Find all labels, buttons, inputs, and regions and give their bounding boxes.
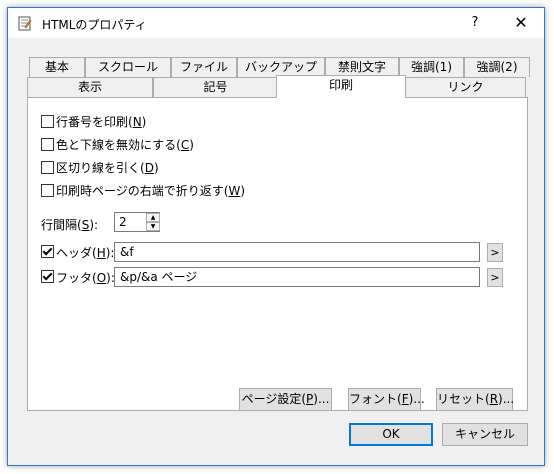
tab-kinsoku[interactable]: 禁則文字 bbox=[325, 57, 399, 77]
print-line-numbers-checkbox[interactable] bbox=[41, 115, 54, 128]
tab-scroll[interactable]: スクロール bbox=[85, 57, 171, 77]
header-insert-button[interactable]: > bbox=[487, 243, 503, 262]
ok-button[interactable]: OK bbox=[349, 423, 433, 446]
tab-emphasis-2[interactable]: 強調(2) bbox=[464, 57, 530, 77]
spin-down-button[interactable]: ▼ bbox=[146, 222, 160, 231]
tab-display[interactable]: 表示 bbox=[27, 77, 153, 97]
draw-separator-label: 区切り線を引く(D) bbox=[56, 161, 159, 175]
print-tab-panel: 行番号を印刷(N) 色と下線を無効にする(C) 区切り線を引く(D) 印刷時ペー… bbox=[27, 97, 528, 411]
footer-insert-button[interactable]: > bbox=[487, 268, 503, 287]
reset-button[interactable]: リセット(R)... bbox=[436, 388, 514, 411]
close-button[interactable]: ✕ bbox=[498, 8, 544, 38]
help-button[interactable]: ? bbox=[453, 8, 497, 38]
spin-up-button[interactable]: ▲ bbox=[146, 213, 160, 222]
print-line-numbers-label: 行番号を印刷(N) bbox=[56, 115, 147, 129]
wrap-at-page-edge-checkbox[interactable] bbox=[41, 184, 54, 197]
window-title: HTMLのプロパティ bbox=[42, 18, 147, 32]
footer-checkbox[interactable] bbox=[41, 270, 54, 283]
tab-backup[interactable]: バックアップ bbox=[237, 57, 325, 77]
tab-file[interactable]: ファイル bbox=[171, 57, 237, 77]
document-icon bbox=[18, 16, 32, 31]
wrap-at-page-edge-label: 印刷時ページの右端で折り返す(W) bbox=[56, 184, 246, 198]
tab-emphasis-1[interactable]: 強調(1) bbox=[399, 57, 464, 77]
disable-color-underline-checkbox[interactable] bbox=[41, 138, 54, 151]
header-input[interactable]: &f bbox=[114, 242, 480, 262]
draw-separator-checkbox[interactable] bbox=[41, 161, 54, 174]
header-label: ヘッダ(H): bbox=[56, 246, 115, 260]
line-spacing-label: 行間隔(S): bbox=[41, 218, 99, 232]
tab-print[interactable]: 印刷 bbox=[276, 75, 406, 98]
header-checkbox[interactable] bbox=[41, 245, 54, 258]
footer-input[interactable]: &p/&a ページ bbox=[114, 267, 480, 287]
font-button[interactable]: フォント(F)... bbox=[348, 388, 425, 411]
page-setup-button[interactable]: ページ設定(P)... bbox=[239, 388, 332, 411]
disable-color-underline-label: 色と下線を無効にする(C) bbox=[56, 138, 194, 152]
properties-dialog: HTMLのプロパティ ? ✕ 基本 スクロール ファイル バックアップ 禁則文字… bbox=[7, 7, 545, 466]
footer-label: フッタ(O): bbox=[56, 271, 115, 285]
tab-symbol[interactable]: 記号 bbox=[153, 77, 278, 97]
tab-link[interactable]: リンク bbox=[405, 77, 526, 97]
tab-basic[interactable]: 基本 bbox=[29, 57, 85, 77]
cancel-button[interactable]: キャンセル bbox=[442, 423, 528, 446]
title-bar: HTMLのプロパティ ? ✕ bbox=[8, 8, 544, 38]
